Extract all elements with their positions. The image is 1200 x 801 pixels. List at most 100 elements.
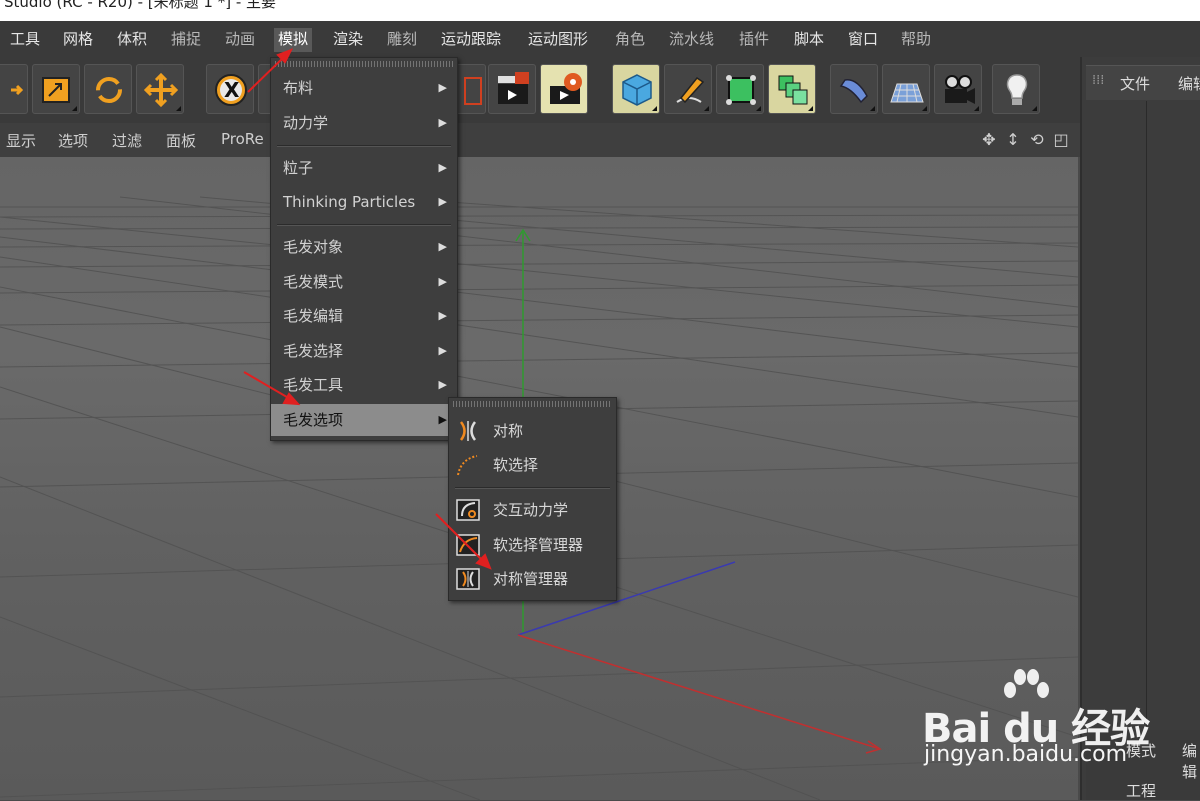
svg-text:X: X [224,78,240,102]
submenu-arrow-icon: ▶ [438,413,447,426]
menu-mesh[interactable]: 网格 [59,28,97,52]
crosshair-move-icon [143,72,179,108]
viewport-maximize-icon[interactable]: ◰ [1052,131,1070,149]
menu-window[interactable]: 窗口 [844,28,882,52]
menu-mograph[interactable]: 运动图形 [524,28,592,52]
menu-item-label: 毛发选项 [283,411,344,429]
submenu-item-label: 软选择管理器 [493,536,584,554]
menu-character[interactable]: 角色 [611,28,649,52]
viewport-orbit-icon[interactable]: ⟲ [1028,131,1046,149]
object-manager-file-menu[interactable]: 文件 [1120,73,1150,94]
object-list[interactable] [1086,101,1147,761]
move-arrows-icon [11,84,23,96]
menu-item-hair-mode[interactable]: 毛发模式 ▶ [271,266,457,298]
menu-script[interactable]: 脚本 [790,28,828,52]
viewport-menu-options[interactable]: 选项 [58,130,88,151]
submenu-item-label: 对称 [493,422,524,440]
menu-item-cloth[interactable]: 布料 ▶ [271,72,457,104]
menu-pipeline[interactable]: 流水线 [665,28,718,52]
deformer-button[interactable] [830,64,878,114]
floor-button[interactable] [882,64,930,114]
menu-item-label: 毛发编辑 [283,307,344,325]
menu-tearoff-grip[interactable] [275,61,453,67]
cloner-button[interactable] [768,64,816,114]
viewport-menu-display[interactable]: 显示 [6,130,36,151]
viewport-dolly-icon[interactable]: ↕ [1004,131,1022,149]
symmetry-manager-icon [456,568,480,590]
submenu-item-label: 软选择 [493,456,539,474]
object-manager-edit-menu[interactable]: 编辑 [1178,73,1200,94]
submenu-item-symmetry[interactable]: 对称 [449,415,616,447]
menu-help[interactable]: 帮助 [897,28,935,52]
x-axis-lock-button[interactable]: X [206,64,254,114]
menu-motion-tracking[interactable]: 运动跟踪 [437,28,505,52]
submenu-item-symmetry-manager[interactable]: 对称管理器 [449,563,616,595]
menu-item-thinking-particles[interactable]: Thinking Particles ▶ [271,186,457,218]
submenu-arrow-icon: ▶ [438,195,447,208]
cube-object-button[interactable] [612,64,660,114]
light-button[interactable] [992,64,1040,114]
window-title: Studio (RC - R20) - [未标题 1 *] - 主要 [4,0,277,11]
viewport-header: 显示 选项 过滤 面板 ProRe ✥ ↕ ⟲ ◰ [0,123,1080,157]
panel-grip-icon: ⁞⁞⁞ [1092,73,1105,88]
viewport-menu-prorender[interactable]: ProRe [221,130,264,148]
render-region-icon [464,77,482,105]
subdivision-surface-button[interactable] [716,64,764,114]
scale-tool-button[interactable] [32,64,80,114]
x-axis-icon: X [215,74,247,106]
submenu-item-label: 交互动力学 [493,501,569,519]
move-tool-button[interactable] [0,64,28,114]
menu-item-hair-objects[interactable]: 毛发对象 ▶ [271,231,457,263]
submenu-arrow-icon: ▶ [438,116,447,129]
window-title-bar: Studio (RC - R20) - [未标题 1 *] - 主要 [0,0,1200,21]
submenu-arrow-icon: ▶ [438,81,447,94]
render-region-button[interactable] [456,64,486,114]
render-settings-icon [550,73,582,104]
render-view-button[interactable] [488,64,536,114]
menu-render[interactable]: 渲染 [329,28,367,52]
submenu-arrow-icon: ▶ [438,309,447,322]
submenu-arrow-icon: ▶ [438,344,447,357]
submenu-arrow-icon: ▶ [438,240,447,253]
menu-snap[interactable]: 捕捉 [167,28,205,52]
pen-icon [676,76,705,104]
submenu-item-soft-selection[interactable]: 软选择 [449,449,616,481]
menu-separator [277,224,451,226]
menu-simulate[interactable]: 模拟 [274,28,313,52]
render-settings-button[interactable] [540,64,588,114]
interactive-dynamics-icon [456,499,480,521]
menu-item-hair-options[interactable]: 毛发选项 ▶ [271,404,457,436]
viewport-menu-filter[interactable]: 过滤 [112,130,142,151]
menu-item-label: 粒子 [283,159,314,177]
bend-deformer-icon [839,79,868,104]
menu-item-hair-tools[interactable]: 毛发工具 ▶ [271,369,457,401]
menu-animate[interactable]: 动画 [221,28,259,52]
menu-sculpt[interactable]: 雕刻 [383,28,421,52]
menu-item-dynamics[interactable]: 动力学 ▶ [271,107,457,139]
simulate-menu-dropdown: 布料 ▶ 动力学 ▶ 粒子 ▶ Thinking Particles ▶ 毛发对象 ▶ 毛… [270,57,458,441]
menu-item-label: 毛发模式 [283,273,344,291]
menu-tools[interactable]: 工具 [6,28,44,52]
menu-plugins[interactable]: 插件 [735,28,773,52]
rotate-tool-button[interactable] [84,64,132,114]
submenu-item-interactive-dynamics[interactable]: 交互动力学 [449,494,616,526]
menu-item-label: 毛发选择 [283,342,344,360]
submenu-item-soft-selection-manager[interactable]: 软选择管理器 [449,529,616,561]
hair-options-submenu: 对称 软选择 交互动力学 软选择管理器 对称管理器 [448,397,617,601]
menu-item-hair-edit[interactable]: 毛发编辑 ▶ [271,300,457,332]
rotate-icon [96,77,122,103]
clapper-icon [498,72,529,104]
viewport-menu-panel[interactable]: 面板 [166,130,196,151]
submenu-arrow-icon: ▶ [438,161,447,174]
main-toolbar: X [0,57,1080,123]
viewport-pan-icon[interactable]: ✥ [980,131,998,149]
pen-spline-button[interactable] [664,64,712,114]
menu-volume[interactable]: 体积 [113,28,151,52]
menu-item-label: 布料 [283,79,314,97]
menu-item-hair-selection[interactable]: 毛发选择 ▶ [271,335,457,367]
camera-button[interactable] [934,64,982,114]
submenu-tearoff-grip[interactable] [453,401,612,407]
menu-item-particles[interactable]: 粒子 ▶ [271,152,457,184]
menu-separator [277,145,451,147]
transform-tool-button[interactable] [136,64,184,114]
